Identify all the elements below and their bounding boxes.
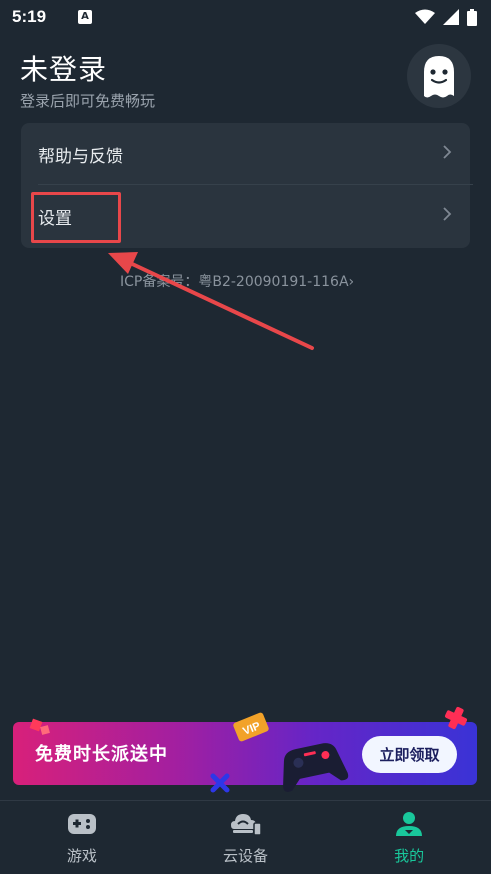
decor-blue-cross-icon [210, 773, 230, 793]
bottom-nav: 游戏 云设备 我的 [0, 800, 491, 874]
status-bar: 5:19 A [0, 0, 491, 34]
login-header[interactable]: 未登录 登录后即可免费畅玩 [20, 48, 155, 111]
decor-red-cubes-icon [29, 718, 50, 735]
decor-red-cross-icon [444, 706, 468, 730]
menu-item-label: 设置 [38, 208, 72, 229]
menu-item-label: 帮助与反馈 [38, 146, 123, 167]
ghost-avatar-icon [424, 56, 454, 98]
claim-now-button[interactable]: 立即领取 [362, 736, 457, 773]
menu-item-help-feedback[interactable]: 帮助与反馈 [21, 123, 470, 185]
wifi-icon [415, 9, 435, 24]
nav-label-cloud-device: 云设备 [223, 847, 269, 865]
app-notification-icon: A [78, 10, 93, 24]
menu-item-settings[interactable]: 设置 [21, 185, 470, 247]
icp-text: ICP备案号：粤B2-20090191-116A [120, 274, 349, 290]
avatar[interactable] [407, 44, 471, 108]
promo-banner[interactable]: VIP 免费时长派送中 立即领取 [13, 706, 477, 793]
chevron-right-icon [442, 144, 452, 165]
vip-badge-icon: VIP [233, 712, 269, 742]
nav-item-mine[interactable]: 我的 [327, 801, 491, 874]
gamepad-illustration-icon [283, 743, 349, 792]
login-hint: 登录后即可免费畅玩 [20, 92, 156, 110]
cloud-device-icon [230, 814, 262, 836]
status-time: 5:19 [12, 7, 47, 26]
gamepad-icon [67, 814, 96, 834]
chevron-right-icon [442, 206, 452, 227]
page-title: 未登录 [20, 53, 108, 86]
user-icon [396, 812, 423, 836]
menu-card: 帮助与反馈 设置 [21, 123, 473, 248]
status-icons [415, 8, 477, 26]
icp-record[interactable]: ICP备案号：粤B2-20090191-116A› [120, 271, 354, 291]
signal-icon [443, 9, 459, 25]
battery-icon [467, 8, 477, 26]
nav-item-games[interactable]: 游戏 [0, 801, 164, 874]
nav-item-cloud-device[interactable]: 云设备 [164, 801, 328, 874]
nav-label-mine: 我的 [394, 847, 425, 865]
nav-label-games: 游戏 [66, 847, 97, 865]
banner-text: 免费时长派送中 [35, 744, 168, 765]
